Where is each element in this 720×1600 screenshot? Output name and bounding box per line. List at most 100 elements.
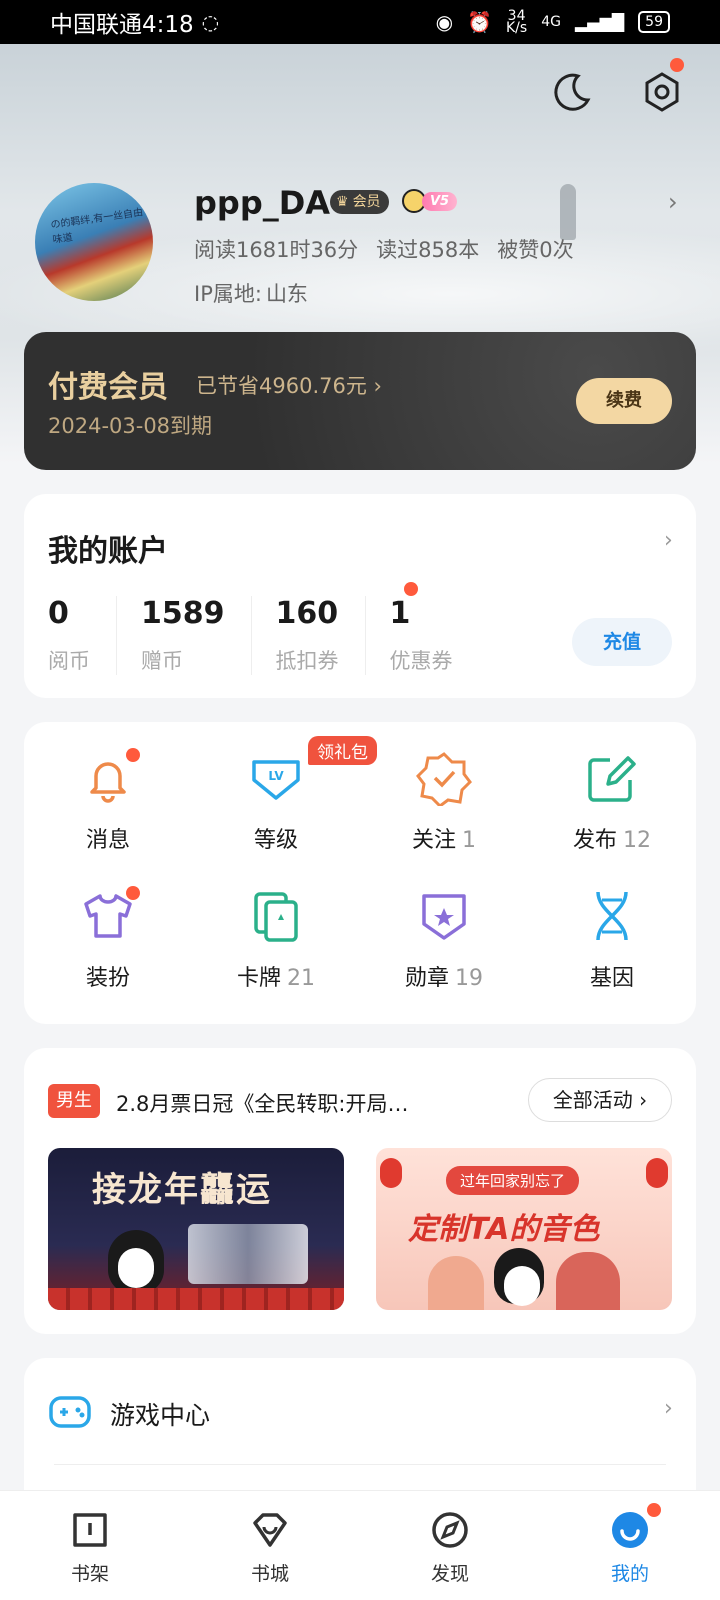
carrier-time: 中国联通4:18 [50, 12, 194, 38]
nav-bookshelf[interactable]: 书架 [0, 1491, 180, 1600]
banner-title: 接龙年龘运 [92, 1170, 272, 1210]
svg-text:LV: LV [268, 769, 284, 783]
balance-yuebi[interactable]: 0 阅币 [48, 596, 117, 675]
activity-banner-voice[interactable]: 过年回家别忘了 定制TA的音色 [376, 1148, 672, 1310]
feature-label: 卡牌 [236, 966, 281, 991]
game-center-label: 游戏中心 [110, 1401, 211, 1430]
feature-label: 等级 [253, 828, 298, 853]
bookshelf-icon [69, 1509, 111, 1551]
crown-icon: ♛ [336, 194, 349, 210]
ip-label: IP属地: [194, 282, 262, 306]
likes-count: 被赞0次 [497, 238, 574, 262]
reading-stats: 阅读1681时36分 读过858本 被赞0次 [194, 234, 574, 264]
activity-banner-dragon[interactable]: 接龙年龘运 [48, 1148, 344, 1310]
feature-publish[interactable]: 发布 12 [528, 750, 696, 856]
account-chevron-icon[interactable]: › [664, 528, 673, 553]
nav-mine[interactable]: 我的 [540, 1491, 720, 1600]
avatar[interactable]: の的羁绊,有一丝自由味道 [35, 183, 153, 301]
dna-icon [584, 888, 640, 944]
feature-grid: 消息 LV 等级 关注 1 发布 12 装扮 卡牌 21 勋章 19 基因 [24, 748, 696, 994]
alarm-icon: ⏰ [467, 10, 492, 34]
balance-value: 160 [275, 596, 339, 631]
status-bar: 中国联通4:18 ◌ ◉ ⏰ 34 K/s 4G ▂▄▆█ 59 [0, 0, 720, 44]
level-badge[interactable]: V5 [402, 188, 458, 214]
compass-icon [429, 1509, 471, 1551]
balance-value: 1 [389, 596, 411, 631]
feature-follow[interactable]: 关注 1 [360, 750, 528, 856]
account-card: 我的账户 › 0 阅币 1589 赠币 160 抵扣券 1 优惠券 充值 [24, 494, 696, 698]
recharge-button[interactable]: 充值 [572, 618, 672, 666]
nav-label: 书城 [250, 1563, 289, 1585]
feature-label: 发布 [572, 828, 617, 853]
tshirt-icon [80, 886, 140, 944]
feature-dressup[interactable]: 装扮 [24, 886, 192, 994]
category-tag: 男生 [48, 1084, 100, 1118]
feature-label: 基因 [589, 966, 634, 991]
avatar-text: の的羁绊,有一丝自由味道 [49, 207, 144, 246]
feature-count: 1 [462, 828, 476, 853]
notification-dot [647, 1503, 661, 1517]
vip-title: 付费会员 [48, 370, 168, 405]
username[interactable]: ppp_DA [194, 184, 330, 222]
network-speed: 34 K/s [505, 8, 528, 36]
feature-messages[interactable]: 消息 [24, 748, 192, 856]
elder-illustration-image [556, 1252, 620, 1310]
loading-icon: ◌ [201, 10, 220, 34]
night-mode-icon[interactable] [550, 70, 594, 114]
feature-label: 关注 [411, 828, 456, 853]
reading-time: 阅读1681时36分 [194, 238, 359, 262]
feature-label: 消息 [85, 828, 130, 853]
feature-grid-card: 领礼包 消息 LV 等级 关注 1 发布 12 装扮 卡牌 21 勋章 19 基… [24, 722, 696, 1024]
balance-value: 0 [48, 596, 69, 631]
mine-smile-icon [609, 1503, 661, 1551]
all-activities-button[interactable]: 全部活动 › [528, 1078, 672, 1122]
feature-medals[interactable]: 勋章 19 [360, 888, 528, 994]
notification-dot [126, 886, 140, 900]
balance-zengbi[interactable]: 1589 赠币 [141, 596, 252, 675]
ip-value: 山东 [265, 282, 308, 306]
eye-icon: ◉ [435, 10, 454, 34]
bookstore-heart-icon [249, 1509, 291, 1551]
balance-label: 优惠券 [389, 649, 453, 673]
activity-headline[interactable]: 2.8月票日冠《全民转职:开局… [116, 1088, 408, 1118]
vip-saved[interactable]: 已节省4960.76元 › [196, 370, 382, 400]
edit-icon [584, 750, 640, 806]
game-center-row[interactable]: 游戏中心 [48, 1392, 210, 1436]
penguin-mascot-image [494, 1248, 544, 1306]
feature-gene[interactable]: 基因 [528, 888, 696, 994]
battery-indicator: 59 [638, 11, 670, 33]
balance-label: 阅币 [48, 649, 90, 673]
family-illustration-image [428, 1256, 484, 1310]
game-chevron-icon[interactable]: › [664, 1396, 673, 1421]
divider [54, 1464, 666, 1465]
nav-label: 书架 [70, 1563, 109, 1585]
bell-icon [80, 748, 140, 806]
notification-dot [403, 582, 418, 596]
feature-count: 21 [287, 966, 315, 991]
activity-card: 男生 2.8月票日冠《全民转职:开局… 全部活动 › 接龙年龘运 过年回家别忘了… [24, 1048, 696, 1334]
vip-card[interactable]: 付费会员 已节省4960.76元 › 2024-03-08到期 续费 [24, 332, 696, 470]
balance-coupon[interactable]: 1 优惠券 [389, 582, 479, 675]
notification-dot [670, 58, 684, 72]
feature-cards[interactable]: 卡牌 21 [192, 888, 360, 994]
gift-products-image [188, 1224, 308, 1284]
nav-discover[interactable]: 发现 [360, 1491, 540, 1600]
nav-label: 我的 [610, 1563, 649, 1585]
feature-count: 12 [623, 828, 651, 853]
nav-label: 发现 [430, 1563, 469, 1585]
level-badge-label: V5 [422, 191, 458, 211]
renew-button[interactable]: 续费 [576, 378, 672, 424]
network-type: 4G [541, 14, 561, 30]
balance-voucher[interactable]: 160 抵扣券 [276, 596, 366, 675]
settings-gear-icon[interactable] [640, 58, 684, 114]
feature-level[interactable]: LV 等级 [192, 750, 360, 856]
profile-chevron-icon[interactable]: › [668, 188, 678, 216]
notification-dot [126, 748, 140, 762]
lantern-row-decoration [48, 1288, 344, 1310]
member-badge[interactable]: ♛ 会员 [330, 190, 389, 214]
vip-expire-date: 2024-03-08到期 [48, 414, 213, 438]
account-title[interactable]: 我的账户 [48, 526, 168, 570]
medal-icon [416, 888, 472, 944]
nav-bookstore[interactable]: 书城 [180, 1491, 360, 1600]
bottom-navigation: 书架 书城 发现 我的 [0, 1490, 720, 1600]
